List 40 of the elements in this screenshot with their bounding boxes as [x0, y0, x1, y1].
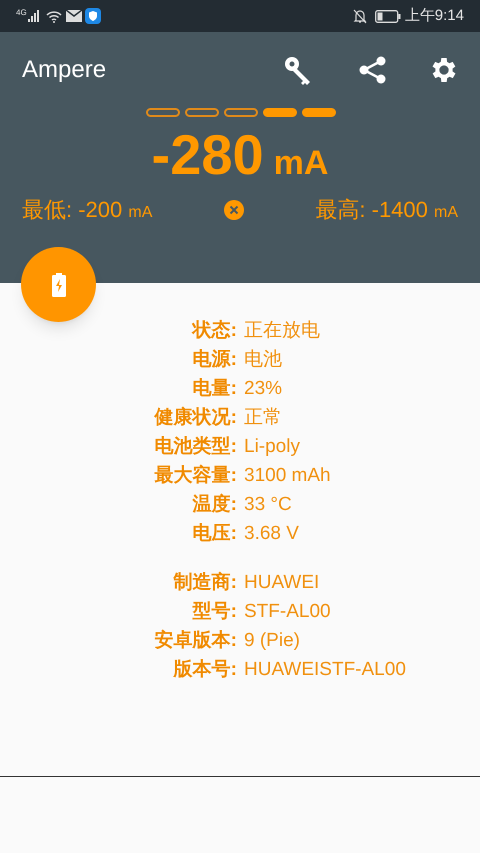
maximum-reading: 最高: -1400 mA: [315, 196, 458, 224]
info-value: STF-AL00: [244, 600, 331, 624]
current-reading: -280: [152, 123, 264, 187]
info-value: 正在放电: [244, 319, 320, 344]
app-title: Ampere: [22, 55, 108, 85]
info-label: 型号:: [192, 600, 237, 624]
current-unit: mA: [274, 143, 328, 184]
info-value: 正常: [244, 406, 282, 430]
info-label: 温度:: [191, 492, 237, 518]
info-label: 最大容量:: [154, 464, 237, 488]
info-value: 电池: [244, 348, 282, 372]
info-label: 版本号:: [172, 658, 237, 682]
info-label: 电压:: [192, 522, 237, 546]
info-label: 状态:: [190, 318, 237, 344]
info-value: Li-poly: [244, 435, 300, 460]
info-value: 3.68 V: [244, 522, 299, 546]
info-value: HUAWEI: [244, 571, 320, 596]
wifi-icon: [46, 10, 62, 22]
info-value: 33 °C: [244, 493, 292, 518]
info-value: HUAWEISTF-AL00: [244, 658, 406, 682]
shield-icon: [84, 8, 101, 24]
network-label: 4G: [16, 7, 27, 19]
signal-icon: [28, 10, 40, 22]
mail-icon: [66, 10, 82, 22]
info-value: 3100 mAh: [244, 464, 331, 488]
info-value: 23%: [244, 377, 282, 402]
share-icon[interactable]: [358, 55, 388, 85]
info-label: 电量:: [192, 377, 237, 402]
info-label: 制造商:: [172, 570, 237, 596]
minimum-reading: 最低: -200 mA: [22, 196, 152, 224]
battery-icon: [374, 10, 401, 22]
info-label: 安卓版本:: [154, 628, 237, 654]
info-label: 电池类型:: [154, 435, 237, 460]
muted-bell-icon: [352, 8, 367, 24]
info-label: 健康状况:: [153, 406, 237, 430]
clock-time: 上午9:14: [404, 6, 464, 26]
battery-charging-icon: [52, 272, 66, 296]
info-value: 9 (Pie): [244, 629, 300, 654]
reset-icon[interactable]: [224, 200, 244, 220]
info-label: 电源:: [192, 348, 237, 372]
